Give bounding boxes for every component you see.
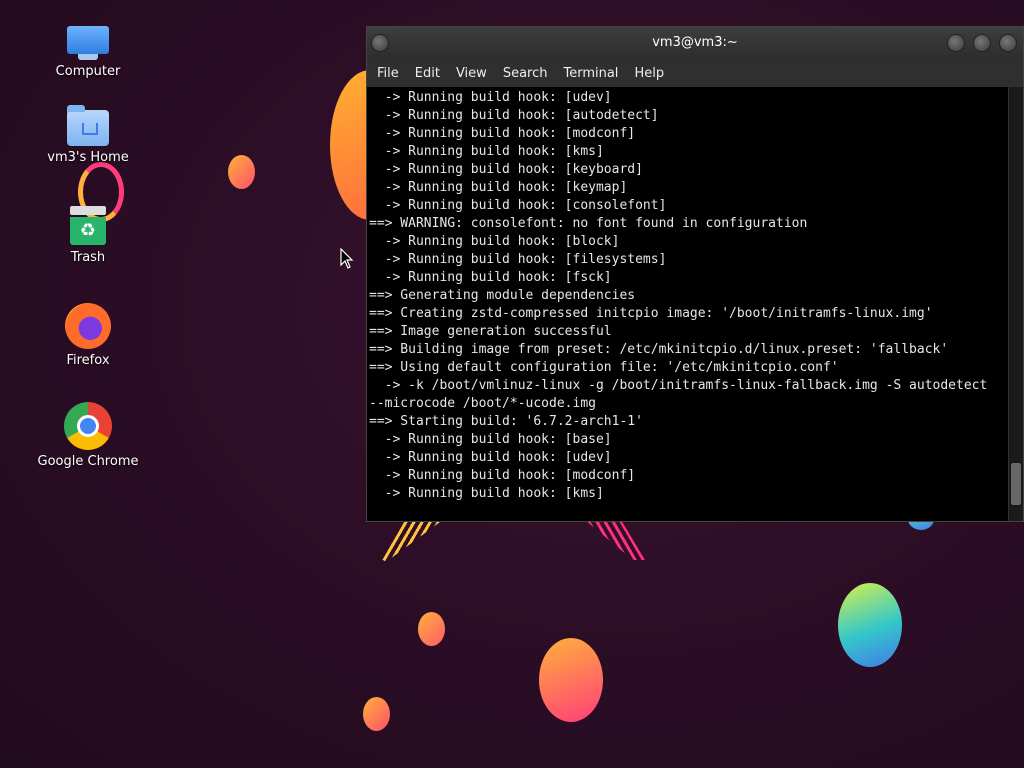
minimize-icon[interactable] — [947, 34, 965, 52]
terminal-line: -> Running build hook: [udev] — [369, 450, 612, 465]
wallpaper-shape — [539, 638, 603, 722]
terminal-line: --microcode /boot/*-ucode.img — [369, 396, 596, 411]
desktop-icon-home[interactable]: vm3's Home — [28, 105, 148, 165]
desktop-icon-label: Google Chrome — [37, 454, 139, 469]
trash-icon: ♻ — [70, 206, 106, 246]
window-menu-icon[interactable] — [371, 34, 389, 52]
terminal-line: ==> Building image from preset: /etc/mki… — [369, 342, 949, 357]
terminal-line: ==> WARNING: consolefont: no font found … — [369, 216, 808, 231]
desktop-icon-chrome[interactable]: Google Chrome — [28, 402, 148, 469]
terminal-line: -> Running build hook: [udev] — [369, 90, 612, 105]
terminal-line: -> Running build hook: [kms] — [369, 486, 604, 501]
computer-icon — [67, 26, 109, 60]
close-icon[interactable] — [999, 34, 1017, 52]
terminal-output[interactable]: -> Running build hook: [udev] -> Running… — [367, 87, 1009, 521]
menu-view[interactable]: View — [450, 66, 497, 81]
wallpaper-shape — [228, 155, 255, 189]
terminal-line: -> -k /boot/vmlinuz-linux -g /boot/initr… — [369, 378, 988, 393]
desktop-icon-trash[interactable]: ♻ Trash — [28, 206, 148, 265]
wallpaper-shape — [363, 697, 390, 731]
terminal-line: -> Running build hook: [block] — [369, 234, 620, 249]
terminal-line: ==> Using default configuration file: '/… — [369, 360, 839, 375]
desktop-icon-label: Trash — [70, 250, 106, 265]
scrollbar[interactable] — [1008, 87, 1023, 521]
wallpaper-shape — [838, 583, 902, 667]
wallpaper-stripes — [585, 520, 645, 560]
home-folder-icon — [67, 105, 109, 146]
menu-file[interactable]: File — [371, 66, 409, 81]
firefox-icon — [65, 303, 111, 349]
terminal-line: -> Running build hook: [consolefont] — [369, 198, 667, 213]
desktop-icon-label: Firefox — [66, 353, 110, 368]
menu-edit[interactable]: Edit — [409, 66, 450, 81]
terminal-line: ==> Generating module dependencies — [369, 288, 636, 303]
desktop-icon-label: vm3's Home — [47, 150, 129, 165]
window-titlebar[interactable]: vm3@vm3:~ — [367, 27, 1023, 59]
menu-bar: File Edit View Search Terminal Help — [367, 59, 1023, 87]
mouse-cursor-icon — [340, 248, 354, 269]
scrollbar-thumb[interactable] — [1011, 463, 1021, 505]
menu-help[interactable]: Help — [628, 66, 674, 81]
desktop-icon-computer[interactable]: Computer — [28, 26, 148, 79]
wallpaper-shape — [418, 612, 445, 646]
terminal-line: -> Running build hook: [keyboard] — [369, 162, 643, 177]
terminal-line: ==> Image generation successful — [369, 324, 612, 339]
terminal-line: ==> Creating zstd-compressed initcpio im… — [369, 306, 933, 321]
menu-terminal[interactable]: Terminal — [557, 66, 628, 81]
menu-search[interactable]: Search — [497, 66, 558, 81]
maximize-icon[interactable] — [973, 34, 991, 52]
terminal-line: -> Running build hook: [autodetect] — [369, 108, 659, 123]
chrome-icon — [64, 402, 112, 450]
terminal-line: -> Running build hook: [keymap] — [369, 180, 628, 195]
terminal-line: -> Running build hook: [kms] — [369, 144, 604, 159]
terminal-line: ==> Starting build: '6.7.2-arch1-1' — [369, 414, 643, 429]
terminal-line: -> Running build hook: [modconf] — [369, 126, 636, 141]
terminal-window[interactable]: vm3@vm3:~ File Edit View Search Terminal… — [366, 26, 1024, 522]
desktop-icon-firefox[interactable]: Firefox — [28, 303, 148, 368]
terminal-line: -> Running build hook: [fsck] — [369, 270, 612, 285]
terminal-line: -> Running build hook: [modconf] — [369, 468, 636, 483]
desktop-icon-label: Computer — [55, 64, 121, 79]
terminal-line: -> Running build hook: [filesystems] — [369, 252, 667, 267]
window-title: vm3@vm3:~ — [652, 35, 738, 50]
terminal-line: -> Running build hook: [base] — [369, 432, 612, 447]
wallpaper-stripes — [380, 522, 440, 562]
